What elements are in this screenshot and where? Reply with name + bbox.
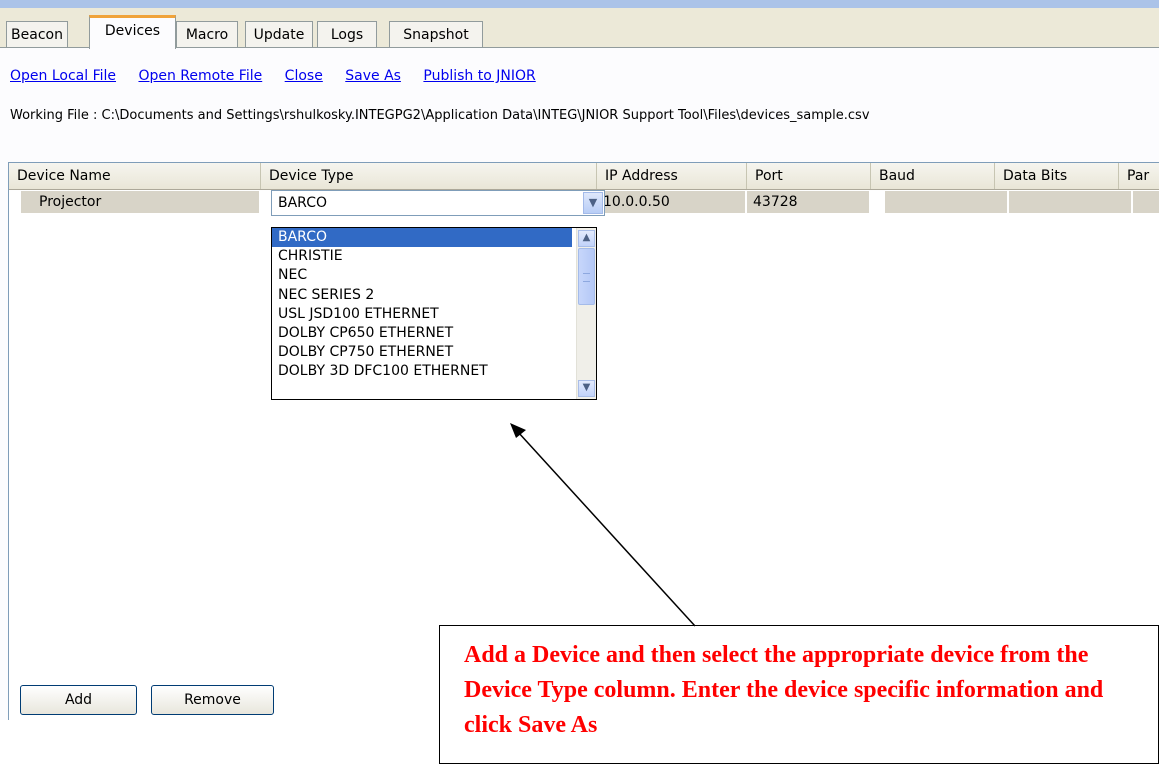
- dropdown-option[interactable]: NEC: [272, 266, 572, 285]
- col-baud[interactable]: Baud: [871, 163, 995, 189]
- device-type-dropdown[interactable]: BARCO CHRISTIE NEC NEC SERIES 2 USL JSD1…: [271, 227, 597, 400]
- cell-data-bits[interactable]: [1009, 191, 1133, 213]
- col-ip-address[interactable]: IP Address: [597, 163, 747, 189]
- dropdown-option[interactable]: CHRISTIE: [272, 247, 572, 266]
- col-data-bits[interactable]: Data Bits: [995, 163, 1119, 189]
- dropdown-option[interactable]: DOLBY CP650 ETHERNET: [272, 324, 572, 343]
- tab-macro[interactable]: Macro: [176, 21, 238, 47]
- callout-text: Add a Device and then select the appropr…: [464, 642, 1104, 738]
- window-top-strip: [0, 0, 1159, 8]
- chevron-up-icon[interactable]: ▲: [578, 230, 595, 247]
- cell-device-name[interactable]: Projector: [21, 191, 261, 213]
- grid-header: Device Name Device Type IP Address Port …: [9, 163, 1159, 190]
- file-links: Open Local File Open Remote File Close S…: [10, 68, 554, 84]
- cell-parity[interactable]: [1133, 191, 1159, 213]
- save-as-link[interactable]: Save As: [345, 68, 401, 84]
- app-window: Beacon Devices Macro Update Logs Snapsho…: [0, 0, 1159, 720]
- publish-to-jnior-link[interactable]: Publish to JNIOR: [423, 68, 535, 84]
- chevron-down-icon[interactable]: ▼: [583, 192, 603, 214]
- tab-snapshot[interactable]: Snapshot: [389, 21, 483, 47]
- col-device-type[interactable]: Device Type: [261, 163, 597, 189]
- dropdown-option[interactable]: USL JSD100 ETHERNET: [272, 305, 572, 324]
- cell-ip-address[interactable]: 10.0.0.50: [597, 191, 747, 213]
- grip-icon: [583, 273, 590, 282]
- working-file-label: Working File : C:\Documents and Settings…: [10, 108, 870, 123]
- col-port[interactable]: Port: [747, 163, 871, 189]
- tab-devices[interactable]: Devices: [89, 15, 176, 49]
- table-row[interactable]: Projector BARCO ▼ 10.0.0.50 43728: [9, 190, 1159, 216]
- col-device-name[interactable]: Device Name: [9, 163, 261, 189]
- open-remote-file-link[interactable]: Open Remote File: [138, 68, 262, 84]
- remove-button[interactable]: Remove: [151, 685, 274, 715]
- cell-port[interactable]: 43728: [747, 191, 871, 213]
- tab-beacon[interactable]: Beacon: [6, 21, 68, 47]
- device-type-value: BARCO: [278, 195, 328, 211]
- instruction-callout: Add a Device and then select the appropr…: [439, 625, 1159, 764]
- add-button[interactable]: Add: [20, 685, 137, 715]
- open-local-file-link[interactable]: Open Local File: [10, 68, 116, 84]
- dropdown-option[interactable]: BARCO: [272, 228, 572, 248]
- tab-update[interactable]: Update: [245, 21, 313, 47]
- scrollbar-thumb[interactable]: [578, 248, 595, 305]
- dropdown-option[interactable]: NEC SERIES 2: [272, 286, 572, 305]
- col-parity[interactable]: Par: [1119, 163, 1159, 189]
- dropdown-option[interactable]: DOLBY CP750 ETHERNET: [272, 343, 572, 362]
- cell-baud[interactable]: [885, 191, 1009, 213]
- tab-logs[interactable]: Logs: [317, 21, 377, 47]
- device-type-select[interactable]: BARCO ▼: [271, 190, 605, 216]
- dropdown-option[interactable]: DOLBY 3D DFC100 ETHERNET: [272, 362, 572, 381]
- chevron-down-icon[interactable]: ▼: [578, 380, 595, 397]
- close-link[interactable]: Close: [285, 68, 323, 84]
- dropdown-scrollbar[interactable]: ▲ ▼: [576, 228, 596, 399]
